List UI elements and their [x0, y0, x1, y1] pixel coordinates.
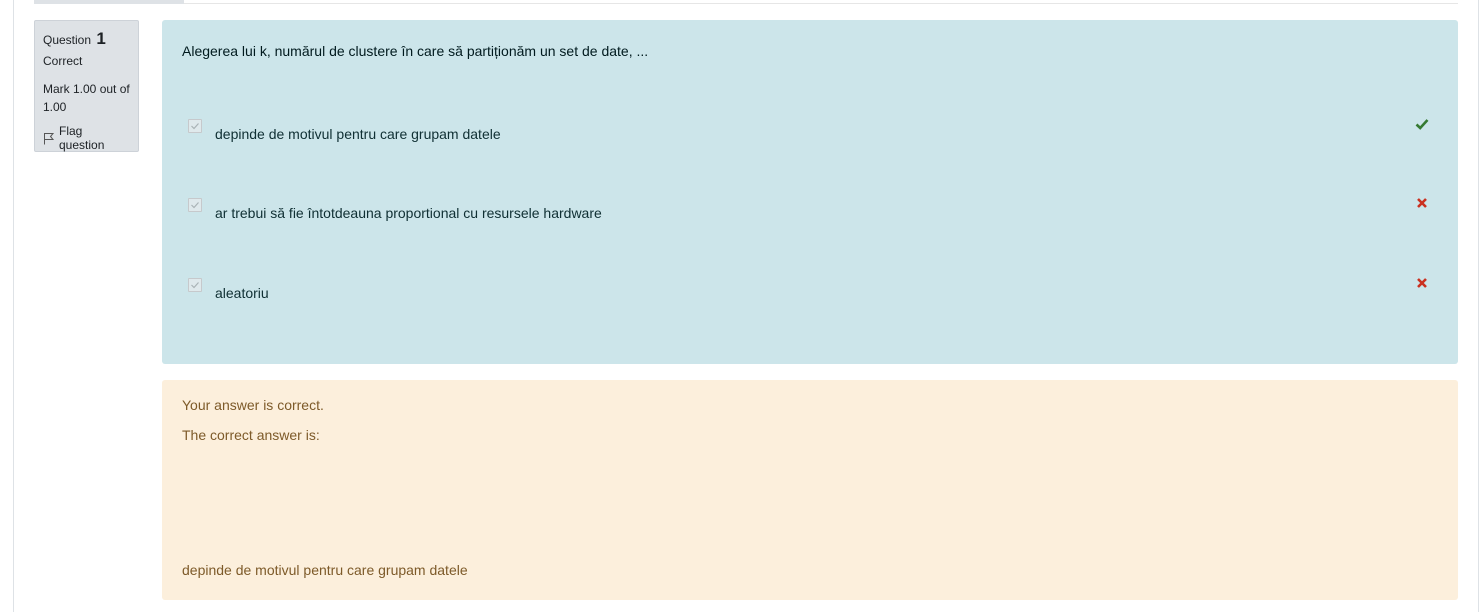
flag-question-label: Flag question — [59, 124, 105, 152]
previous-section-tab — [34, 0, 184, 4]
feedback-correct-answer: depinde de motivul pentru care grupam da… — [182, 562, 468, 578]
question-info-panel: Question 1 Correct Mark 1.00 out of 1.00… — [34, 20, 139, 152]
answer-label: depinde de motivul pentru care grupam da… — [215, 126, 501, 142]
question-text: Alegerea lui k, numărul de clustere în c… — [182, 43, 649, 59]
question-feedback: Your answer is correct. The correct answ… — [162, 380, 1458, 600]
question-grade: Mark 1.00 out of 1.00 — [43, 82, 130, 114]
question-number: Question 1 — [43, 29, 130, 50]
question-label: Question — [43, 33, 92, 47]
answer-label: ar trebui să fie întotdeauna proportiona… — [215, 205, 602, 221]
answer-option: aleatoriu — [188, 278, 1438, 302]
flag-question-button[interactable]: Flag question — [43, 124, 130, 152]
answer-label: aleatoriu — [215, 285, 269, 301]
flag-icon — [43, 132, 55, 145]
question-state: Correct — [43, 54, 83, 68]
cross-icon — [1415, 276, 1429, 290]
answer-checkbox[interactable] — [188, 198, 202, 212]
question-number-value: 1 — [96, 29, 106, 48]
answer-option: depinde de motivul pentru care grupam da… — [188, 119, 1438, 143]
check-icon — [1415, 117, 1429, 131]
feedback-correct-answer-label: The correct answer is: — [182, 427, 320, 443]
answer-checkbox[interactable] — [188, 278, 202, 292]
answer-checkbox[interactable] — [188, 119, 202, 133]
question-formulation: Alegerea lui k, numărul de clustere în c… — [162, 20, 1458, 364]
cross-icon — [1415, 196, 1429, 210]
top-divider — [184, 3, 1458, 4]
feedback-general: Your answer is correct. — [182, 397, 324, 413]
answer-option: ar trebui să fie întotdeauna proportiona… — [188, 198, 1438, 222]
